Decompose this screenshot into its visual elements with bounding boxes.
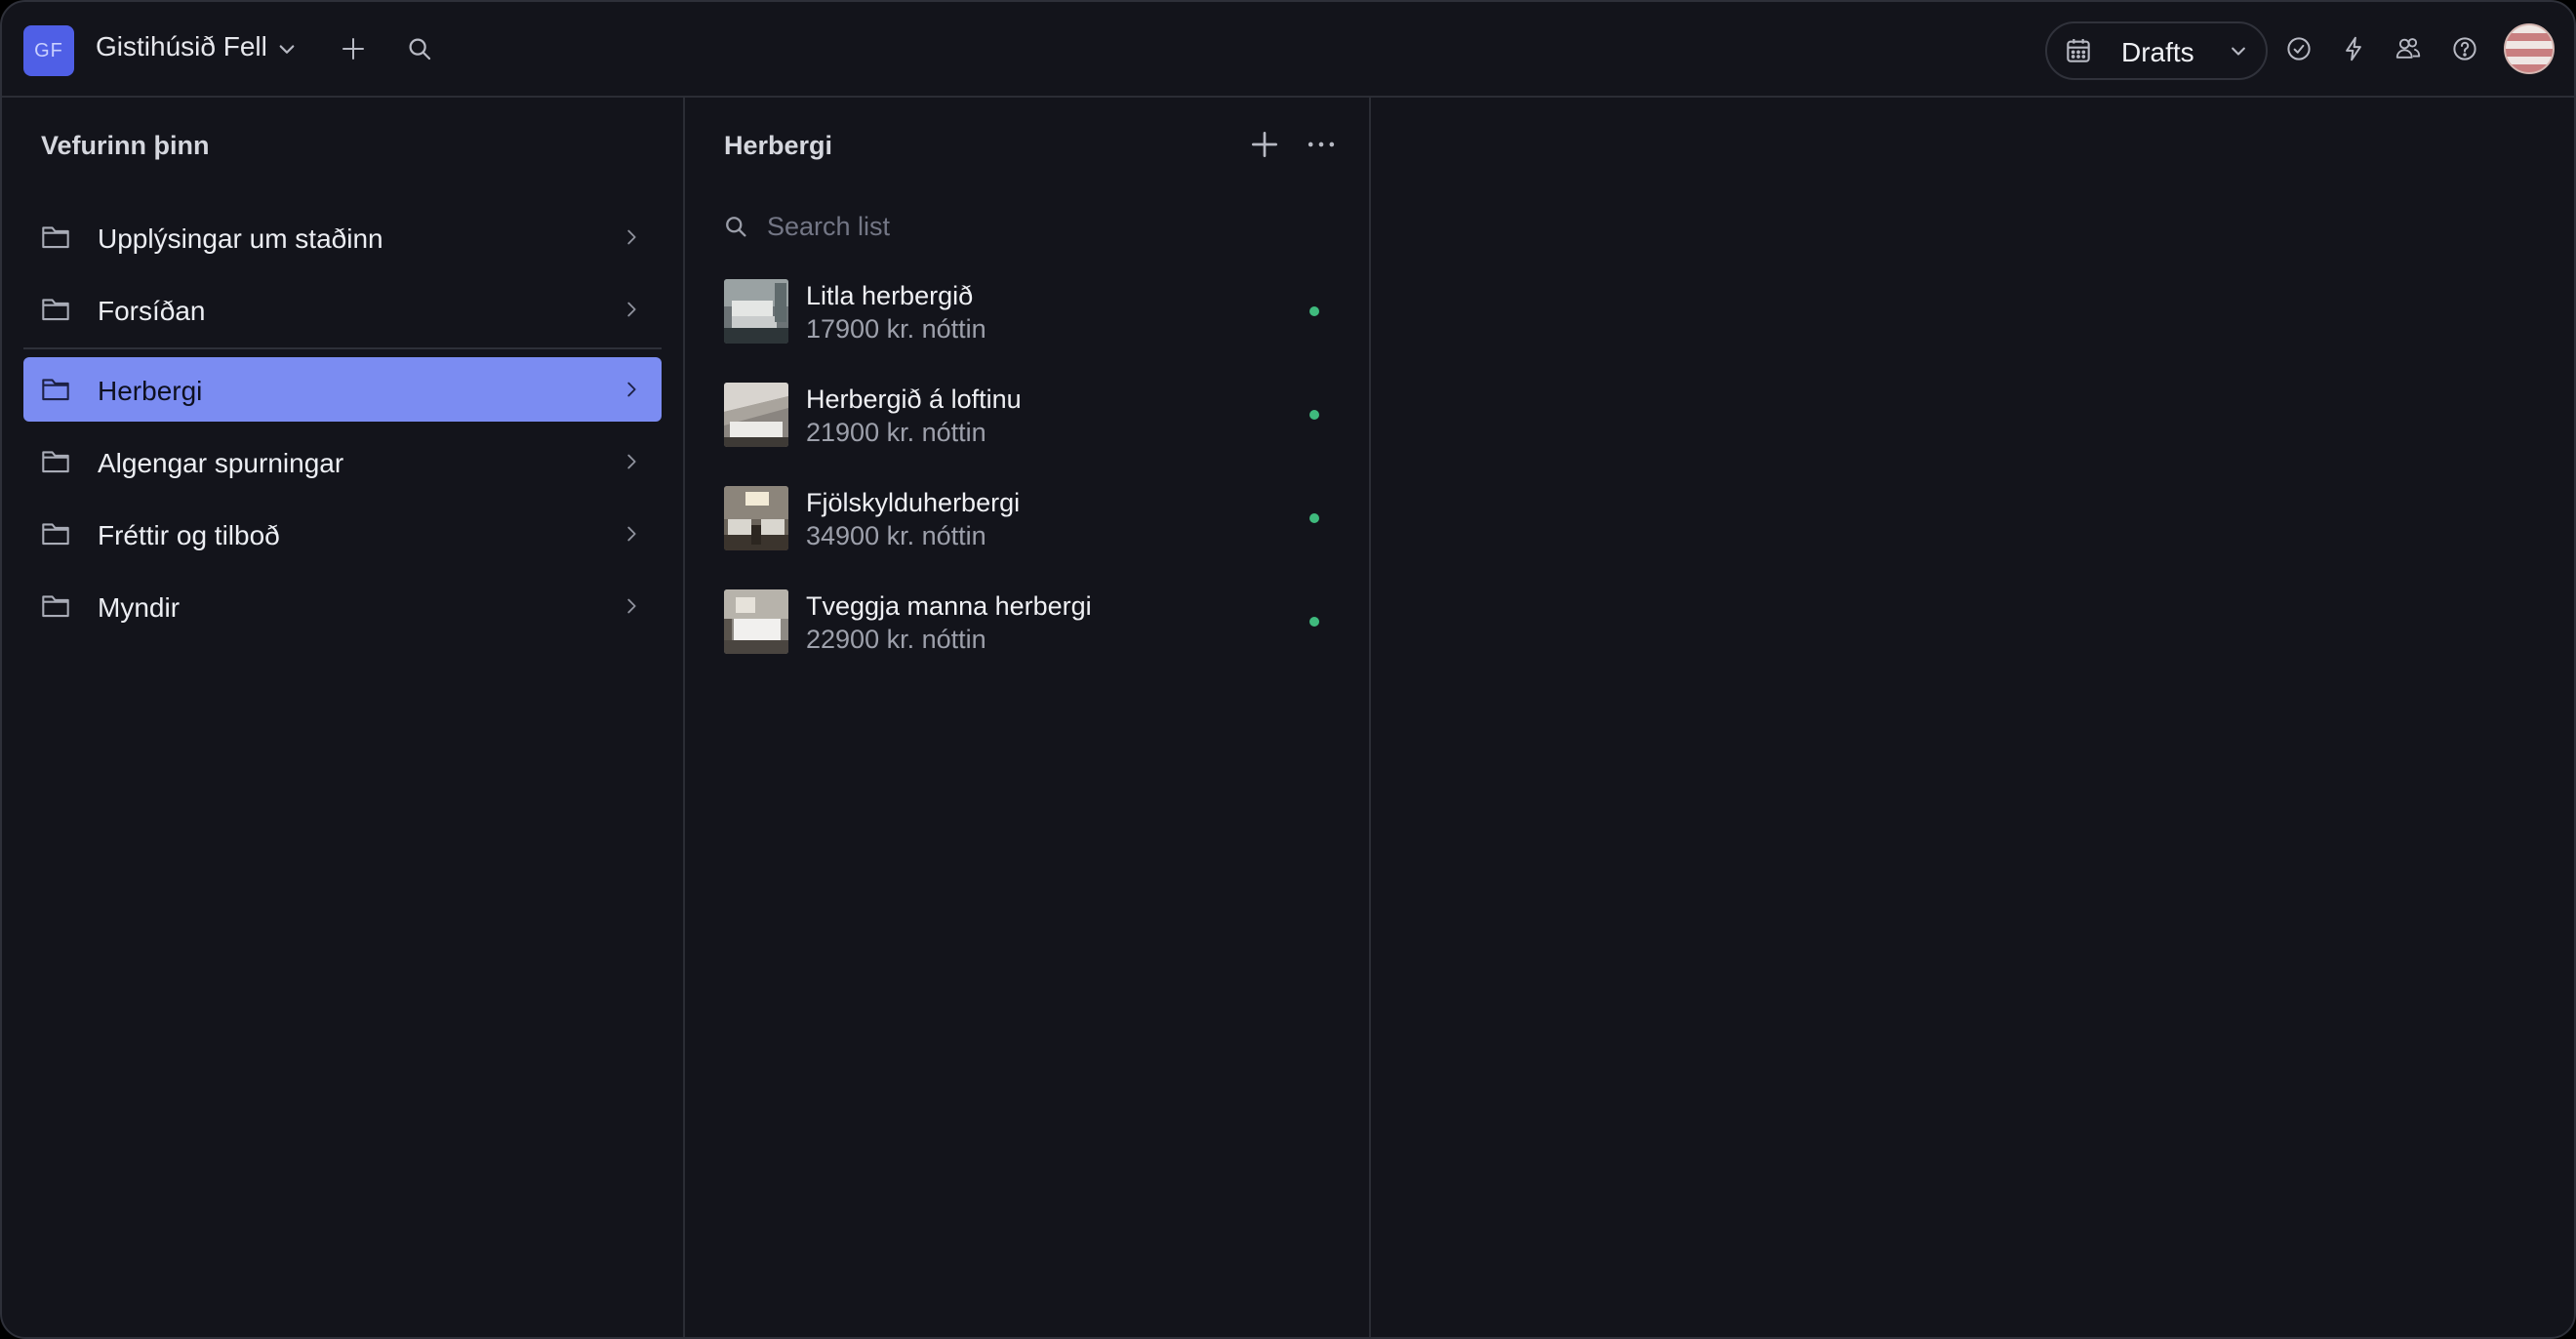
item-title: Tveggja manna herbergi [806, 591, 1092, 621]
chevron-right-icon [621, 299, 642, 320]
perspective-select[interactable]: Drafts [2045, 21, 2268, 80]
list-item[interactable]: Herbergið á loftinu 21900 kr. nóttin [724, 381, 1329, 484]
divider [23, 347, 662, 349]
document-list-pane: Herbergi Search list Litla herbergið 179… [685, 98, 1371, 1337]
item-subtitle: 21900 kr. nóttin [806, 418, 986, 447]
list-search [722, 203, 1327, 250]
workspace-badge[interactable]: GF [23, 25, 74, 76]
document-pane [1371, 98, 2574, 1337]
structure-item-label: Fréttir og tilboð [98, 520, 280, 550]
lightning-icon[interactable] [2330, 25, 2377, 72]
list-item[interactable]: Fjölskylduherbergi 34900 kr. nóttin [724, 484, 1329, 588]
presence-users-icon[interactable] [2385, 25, 2432, 72]
search-icon [726, 217, 746, 237]
room-thumbnail [724, 279, 788, 344]
help-icon[interactable] [2441, 25, 2488, 72]
chevron-right-icon [621, 523, 642, 545]
folder-icon [41, 297, 70, 322]
structure-item-label: Myndir [98, 592, 181, 623]
user-avatar[interactable] [2504, 23, 2555, 74]
item-subtitle: 17900 kr. nóttin [806, 314, 986, 344]
published-status-dot [1309, 410, 1319, 420]
search-input[interactable] [767, 207, 1294, 246]
structure-item-herbergi[interactable]: Herbergi [23, 357, 662, 422]
folder-icon [41, 593, 70, 619]
studio-window: GF Gistihúsið Fell Drafts Vefurinn þinn … [0, 0, 2576, 1339]
published-status-dot [1309, 617, 1319, 627]
chevron-right-icon [621, 595, 642, 617]
search-icon[interactable] [396, 25, 443, 72]
item-title: Fjölskylduherbergi [806, 488, 1021, 517]
chevron-right-icon [621, 226, 642, 248]
folder-icon [41, 521, 70, 547]
item-title: Herbergið á loftinu [806, 385, 1022, 414]
chevron-right-icon [621, 451, 642, 472]
list-item[interactable]: Tveggja manna herbergi 22900 kr. nóttin [724, 588, 1329, 691]
list-item[interactable]: Litla herbergið 17900 kr. nóttin [724, 277, 1329, 381]
chevron-right-icon [621, 379, 642, 400]
item-subtitle: 22900 kr. nóttin [806, 625, 986, 654]
structure-item-forsidan[interactable]: Forsíðan [23, 277, 662, 342]
perspective-label: Drafts [2121, 37, 2194, 67]
structure-item-frettir-og-tilbod[interactable]: Fréttir og tilboð [23, 502, 662, 566]
chevron-down-icon[interactable] [263, 25, 310, 72]
structure-item-upplysingar[interactable]: Upplýsingar um staðinn [23, 205, 662, 269]
structure-item-algengar-spurningar[interactable]: Algengar spurningar [23, 429, 662, 494]
calendar-icon [2063, 35, 2094, 66]
published-status-dot [1309, 513, 1319, 523]
item-title: Litla herbergið [806, 281, 974, 310]
document-list: Litla herbergið 17900 kr. nóttin Herberg… [724, 277, 1329, 691]
structure-item-myndir[interactable]: Myndir [23, 574, 662, 638]
room-thumbnail [724, 383, 788, 447]
structure-item-label: Upplýsingar um staðinn [98, 223, 383, 254]
structure-list: Upplýsingar um staðinn Forsíðan Herbergi… [23, 205, 662, 646]
more-menu-icon[interactable] [1302, 125, 1341, 164]
item-subtitle: 34900 kr. nóttin [806, 521, 986, 550]
folder-icon [41, 224, 70, 250]
published-status-dot [1309, 306, 1319, 316]
room-thumbnail [724, 486, 788, 550]
tasks-check-icon[interactable] [2275, 25, 2322, 72]
structure-item-label: Herbergi [98, 376, 203, 406]
structure-pane: Vefurinn þinn Upplýsingar um staðinn For… [2, 98, 685, 1337]
add-document-button[interactable] [1245, 125, 1284, 164]
pane-title: Vefurinn þinn [41, 131, 210, 160]
create-new-button[interactable] [330, 25, 377, 72]
chevron-down-icon [2225, 37, 2252, 64]
top-navbar: GF Gistihúsið Fell Drafts [2, 2, 2574, 98]
folder-icon [41, 449, 70, 474]
structure-item-label: Forsíðan [98, 296, 206, 326]
structure-item-label: Algengar spurningar [98, 448, 344, 478]
pane-title: Herbergi [724, 131, 833, 160]
workspace-name[interactable]: Gistihúsið Fell [96, 31, 267, 62]
folder-icon [41, 377, 70, 402]
room-thumbnail [724, 589, 788, 654]
